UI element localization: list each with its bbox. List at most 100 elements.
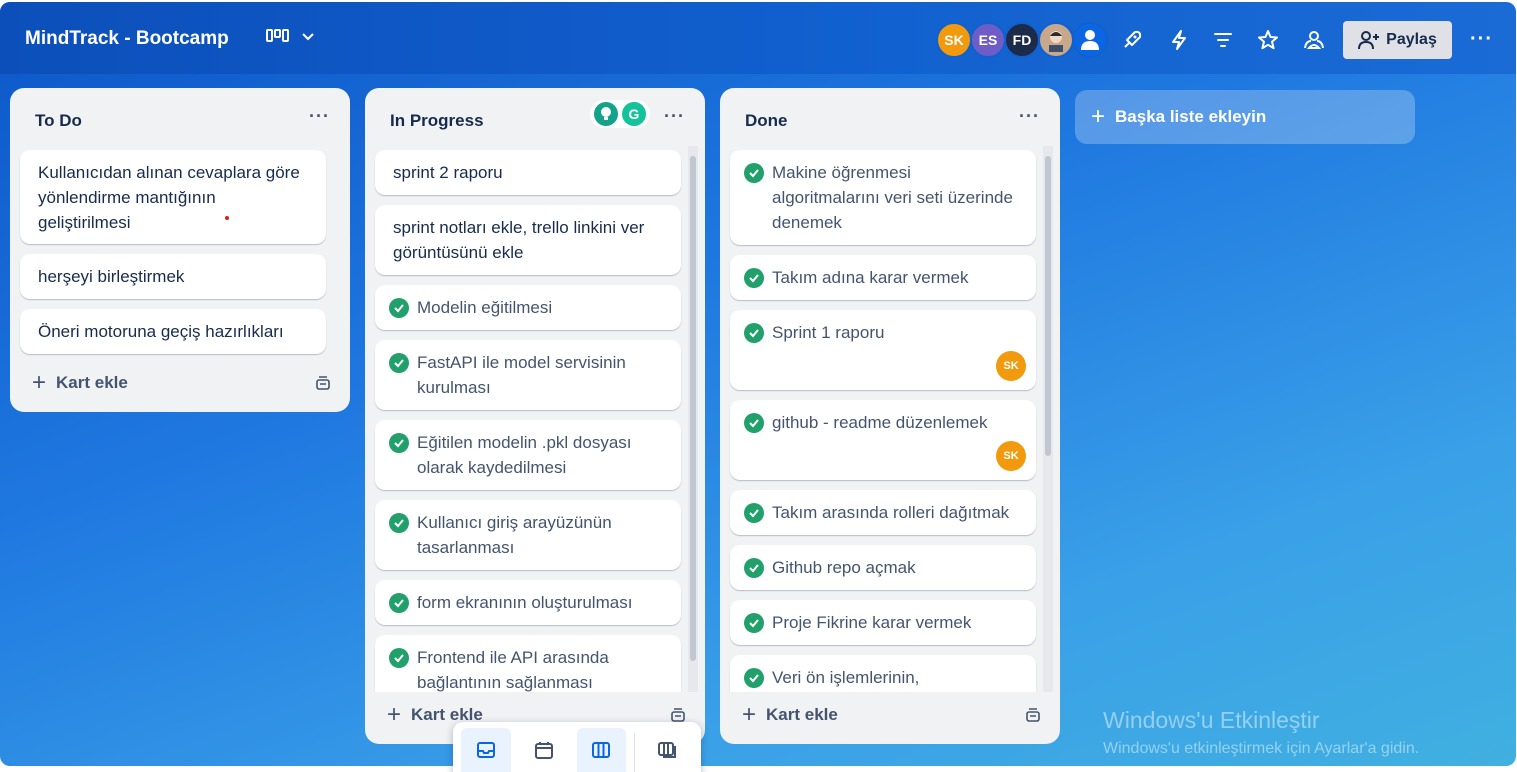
share-label: Paylaş	[1386, 31, 1437, 48]
automation-icon[interactable]	[1168, 29, 1190, 51]
list-menu-button[interactable]: ···	[664, 106, 685, 127]
red-dot	[225, 216, 229, 220]
card[interactable]: Frontend ile API arasında bağlantının sa…	[375, 635, 681, 692]
card-title: Github repo açmak	[772, 558, 916, 577]
person-icon	[1081, 30, 1099, 50]
add-list-button[interactable]: + Başka liste ekleyin	[1075, 90, 1415, 144]
planner-view-button[interactable]	[519, 728, 569, 772]
divider	[634, 733, 636, 772]
share-button[interactable]: Paylaş	[1343, 21, 1452, 59]
inbox-view-button[interactable]	[461, 728, 511, 772]
card-template-icon[interactable]	[1024, 707, 1042, 725]
card-title: Sprint 1 raporu	[772, 323, 885, 342]
card[interactable]: Kullanıcıdan alınan cevaplara göre yönle…	[20, 150, 326, 244]
check-icon	[389, 353, 409, 373]
view-switcher-bar	[453, 722, 701, 772]
card-title: Takım arasında rolleri dağıtmak	[772, 503, 1010, 522]
chevron-down-icon	[302, 33, 314, 41]
add-card-label: Kart ekle	[766, 705, 838, 724]
card[interactable]: Eğitilen modelin .pkl dosyası olarak kay…	[375, 420, 681, 490]
scrollbar-thumb[interactable]	[1045, 156, 1051, 456]
list-title[interactable]: In Progress	[390, 111, 484, 131]
board-view-switcher[interactable]	[266, 28, 316, 44]
board-view-button[interactable]	[576, 728, 627, 772]
activation-watermark-title: Windows'u Etkinleştir	[1103, 707, 1320, 733]
card[interactable]: sprint 2 raporu	[375, 150, 681, 195]
plus-icon: +	[387, 701, 402, 728]
list-todo: To Do ··· Kullanıcıdan alınan cevaplara …	[10, 88, 350, 412]
check-icon	[744, 163, 764, 183]
card[interactable]: Sprint 1 raporu SK	[730, 310, 1036, 390]
card-list: sprint 2 raporu sprint notları ekle, tre…	[365, 146, 685, 692]
switch-boards-icon	[658, 742, 677, 758]
card-title: Kullanıcıdan alınan cevaplara göre yönle…	[38, 163, 300, 232]
check-icon	[744, 268, 764, 288]
card[interactable]: FastAPI ile model servisinin kurulması	[375, 340, 681, 410]
avatar[interactable]: FD	[1004, 22, 1040, 58]
card[interactable]: herşeyi birleştirmek	[20, 254, 326, 299]
check-icon	[389, 298, 409, 318]
card-title: Kullanıcı giriş arayüzünün tasarlanması	[417, 513, 612, 557]
list-done: Done ··· Makine öğrenmesi algoritmaların…	[720, 88, 1060, 744]
check-icon	[744, 668, 764, 688]
card-member-avatar[interactable]: SK	[996, 441, 1026, 471]
card-title: Öneri motoruna geçiş hazırlıkları	[38, 322, 284, 341]
workspace-visibility-icon[interactable]	[1302, 29, 1326, 51]
card[interactable]: Veri ön işlemlerinin,	[730, 655, 1036, 692]
card[interactable]: Öneri motoruna geçiş hazırlıkları	[20, 309, 326, 354]
list-in-progress: In Progress ··· sprint 2 raporu sprint n…	[365, 88, 705, 744]
card[interactable]: Makine öğrenmesi algoritmalarını veri se…	[730, 150, 1036, 245]
card-title: Veri ön işlemlerinin,	[772, 668, 920, 687]
check-icon	[744, 558, 764, 578]
check-icon	[389, 593, 409, 613]
add-card-button[interactable]: + Kart ekle	[742, 701, 838, 728]
card-title: Modelin eğitilmesi	[417, 298, 553, 317]
card[interactable]: github - readme düzenlemek SK	[730, 400, 1036, 480]
avatar[interactable]: ES	[970, 22, 1006, 58]
card[interactable]: Modelin eğitilmesi	[375, 285, 681, 330]
card-title: Eğitilen modelin .pkl dosyası olarak kay…	[417, 433, 632, 477]
check-icon	[744, 503, 764, 523]
card-title: sprint 2 raporu	[393, 163, 503, 182]
switch-boards-button[interactable]	[643, 728, 693, 772]
power-ups-icon[interactable]	[1121, 29, 1143, 51]
card[interactable]: form ekranının oluşturulması	[375, 580, 681, 625]
inbox-icon	[476, 742, 495, 758]
board-background: MindTrack - Bootcamp SK ES FD Paylaş ···	[0, 2, 1516, 766]
scrollbar-thumb[interactable]	[690, 156, 696, 661]
plus-icon: +	[742, 701, 757, 728]
person-icon	[1049, 31, 1063, 52]
card[interactable]: Kullanıcı giriş arayüzünün tasarlanması	[375, 500, 681, 570]
card[interactable]: Github repo açmak	[730, 545, 1036, 590]
star-icon[interactable]	[1257, 29, 1279, 51]
card-title: Makine öğrenmesi algoritmalarını veri se…	[772, 163, 1013, 232]
card-title: form ekranının oluşturulması	[417, 593, 633, 612]
extension-icons: G	[590, 100, 650, 128]
list-title[interactable]: Done	[745, 111, 788, 131]
card-title: Takım adına karar vermek	[772, 268, 969, 287]
list-menu-button[interactable]: ···	[309, 106, 330, 127]
card-template-icon[interactable]	[314, 375, 332, 393]
card[interactable]: Takım adına karar vermek	[730, 255, 1036, 300]
avatar[interactable]: SK	[936, 22, 972, 58]
list-title[interactable]: To Do	[35, 111, 82, 131]
filter-icon[interactable]	[1212, 29, 1234, 51]
card[interactable]: Proje Fikrine karar vermek	[730, 600, 1036, 645]
add-person-icon	[1358, 31, 1380, 50]
more-menu-button[interactable]: ···	[1470, 28, 1493, 51]
add-card-label: Kart ekle	[56, 373, 128, 392]
grammarly-icon[interactable]: G	[622, 102, 646, 126]
board-view-icon	[266, 29, 289, 42]
card-member-avatar[interactable]: SK	[996, 351, 1026, 381]
card[interactable]: sprint notları ekle, trello linkini ver …	[375, 205, 681, 275]
add-card-button[interactable]: + Kart ekle	[32, 371, 128, 395]
card-title: FastAPI ile model servisinin kurulması	[417, 353, 626, 397]
card-title: github - readme düzenlemek	[772, 413, 988, 432]
board-header: MindTrack - Bootcamp SK ES FD Paylaş ···	[0, 2, 1516, 74]
avatar-photo[interactable]	[1038, 22, 1074, 58]
board-title[interactable]: MindTrack - Bootcamp	[25, 28, 229, 50]
card[interactable]: Takım arasında rolleri dağıtmak	[730, 490, 1036, 535]
avatar-guest[interactable]	[1072, 22, 1108, 58]
lightbulb-icon[interactable]	[594, 102, 618, 126]
list-menu-button[interactable]: ···	[1019, 106, 1040, 127]
